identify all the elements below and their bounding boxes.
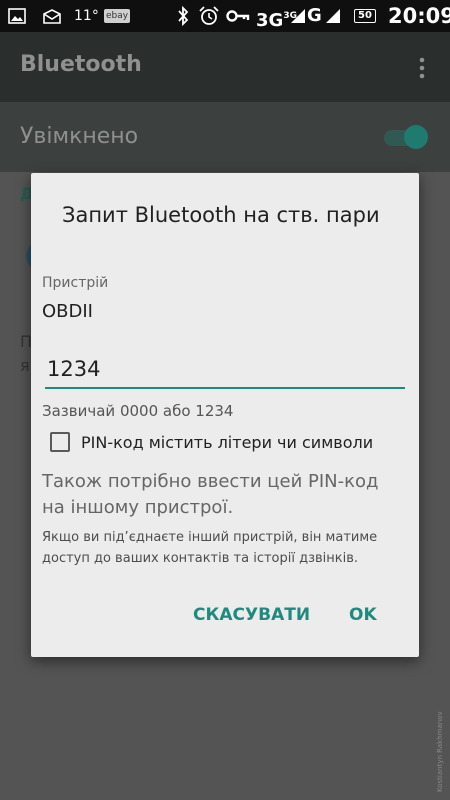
- device-name: OBDII: [42, 301, 93, 322]
- key-icon: [226, 0, 250, 32]
- gallery-icon: [8, 0, 26, 32]
- screen: 11° ebay 3G3G G 50 20:09 Bluetooth Увімк…: [0, 0, 450, 800]
- cancel-button[interactable]: СКАСУВАТИ: [193, 605, 310, 625]
- pin-alphanumeric-checkbox[interactable]: [50, 432, 70, 452]
- dialog-title: Запит Bluetooth на ств. пари: [62, 203, 380, 227]
- info-sub-text: Якщо ви під’єднаєте інший пристрій, він …: [42, 530, 378, 566]
- background-text-fragment-2: я: [20, 356, 30, 375]
- pin-input[interactable]: [45, 351, 405, 389]
- app-bar: Bluetooth: [0, 32, 450, 102]
- clock: 20:09: [388, 4, 450, 28]
- bluetooth-toggle-label: Увімкнено: [20, 124, 139, 149]
- network-g-text: G: [307, 0, 322, 32]
- alarm-icon: [198, 0, 220, 32]
- network-g-label: G: [307, 5, 322, 26]
- ebay-label: ebay: [104, 9, 131, 23]
- signal-icon-2: [326, 0, 340, 32]
- checkbox-label: PIN-код містить літери чи символи: [81, 433, 374, 452]
- ok-button[interactable]: OK: [349, 605, 377, 625]
- pin-hint: Зазвичай 0000 або 1234: [42, 402, 234, 420]
- mail-icon: [42, 0, 62, 32]
- signal-icon-1: [291, 0, 305, 32]
- bluetooth-toggle-row[interactable]: Увімкнено: [0, 102, 450, 172]
- info-main-text: Також потрібно ввести цей PIN-код на інш…: [42, 471, 379, 518]
- more-options-icon[interactable]: [414, 56, 430, 80]
- device-label: Пристрій: [42, 275, 109, 291]
- battery-level: 50: [354, 9, 376, 23]
- battery-icon: 50: [354, 0, 376, 32]
- ebay-icon: ebay: [104, 0, 131, 32]
- bluetooth-icon: [176, 0, 190, 32]
- network-3g-text: 3G: [256, 10, 284, 31]
- temperature-text: 11°: [74, 8, 99, 24]
- app-title: Bluetooth: [20, 52, 142, 77]
- status-bar: 11° ebay 3G3G G 50 20:09: [0, 0, 450, 32]
- toggle-switch[interactable]: [404, 125, 428, 149]
- pairing-dialog: Запит Bluetooth на ств. пари Пристрій OB…: [31, 173, 419, 657]
- watermark: Kostiantyn Rakhmanov: [436, 711, 444, 792]
